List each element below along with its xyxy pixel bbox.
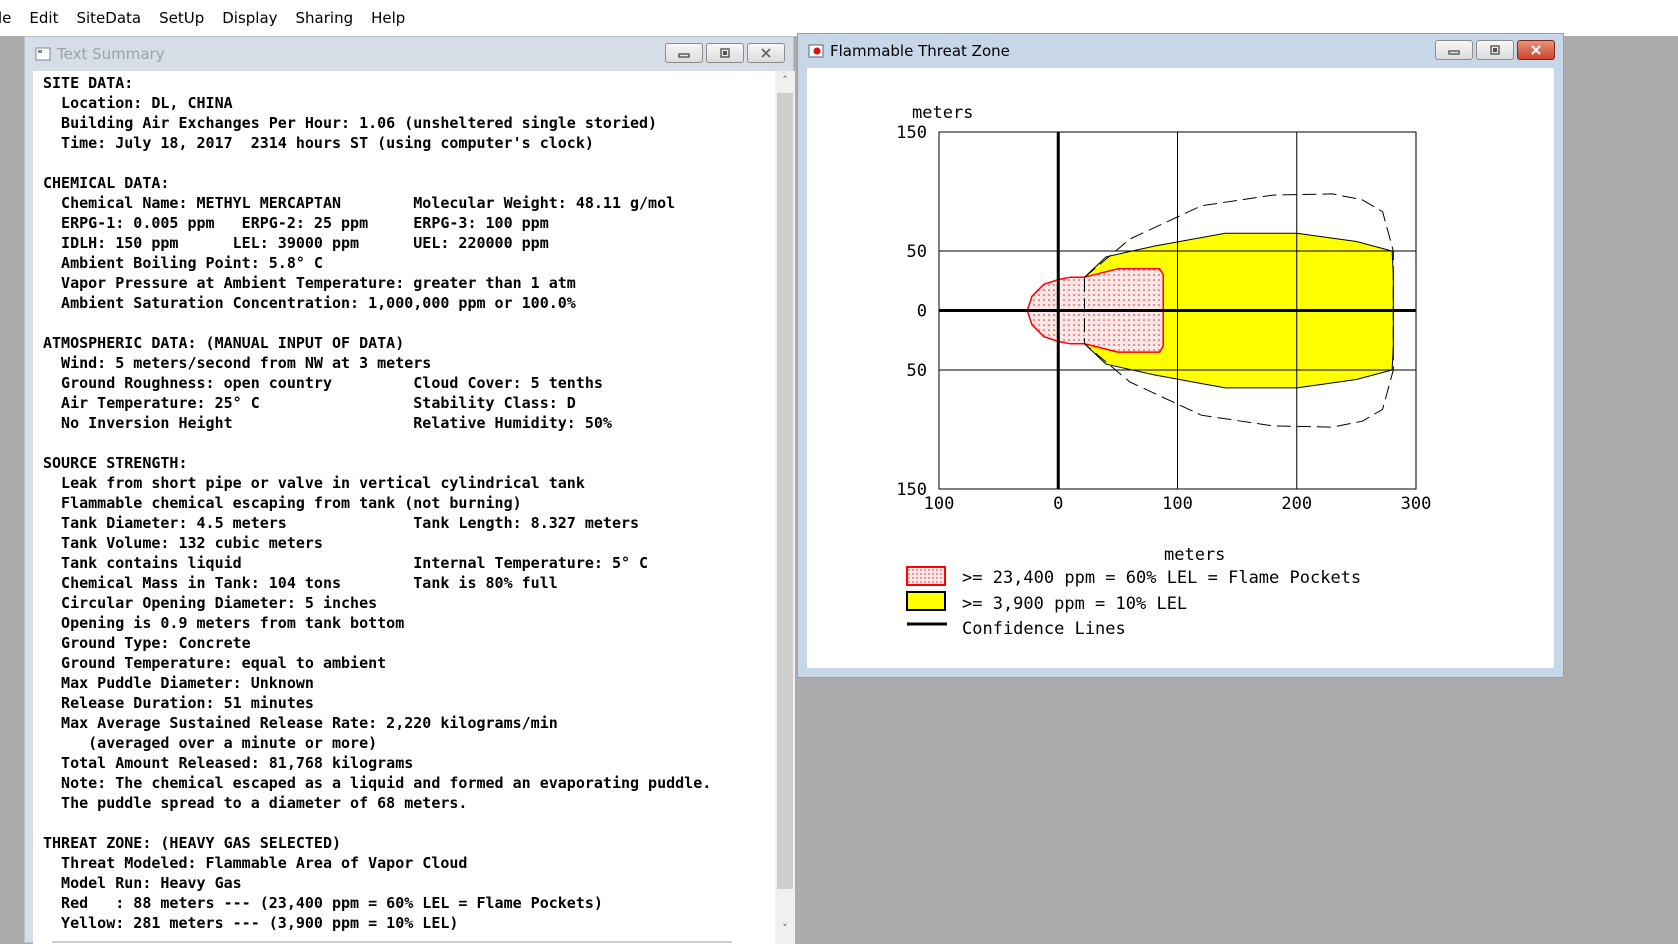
legend-swatch-yellow	[906, 591, 946, 611]
summary-line: Circular Opening Diameter: 5 inches	[43, 594, 378, 612]
threat-zone-title: Flammable Threat Zone	[830, 42, 1010, 60]
scrollbar-thumb[interactable]	[777, 93, 793, 889]
summary-line: Max Puddle Diameter: Unknown	[43, 674, 314, 692]
threat-zone-app-icon	[808, 44, 824, 58]
tz-restore-button[interactable]	[1476, 40, 1514, 60]
y-tick-label: 50	[907, 242, 927, 262]
summary-line: Tank Volume: 132 cubic meters	[43, 534, 323, 552]
menu-setup[interactable]: SetUp	[150, 0, 213, 36]
legend-entry: >= 23,400 ppm = 60% LEL = Flame Pockets	[962, 568, 1361, 588]
threat-zone-chart: meters meters 15050050150100 0 100 200 300>=…	[896, 103, 1432, 639]
summary-line: SOURCE STRENGTH:	[43, 454, 188, 472]
minimize-icon	[678, 53, 690, 58]
restore-icon	[720, 48, 730, 58]
summary-line: Ambient Boiling Point: 5.8° C	[43, 254, 323, 272]
summary-line: Air Temperature: 25° C Stability Class: …	[43, 394, 576, 412]
summary-line: Ground Type: Concrete	[43, 634, 251, 652]
legend-entry: >= 3,900 ppm = 10% LEL	[962, 594, 1187, 614]
summary-line: ATMOSPHERIC DATA: (MANUAL INPUT OF DATA)	[43, 334, 405, 352]
summary-line: ERPG-1: 0.005 ppm ERPG-2: 25 ppm ERPG-3:…	[43, 214, 549, 232]
tz-close-button[interactable]	[1517, 40, 1555, 60]
restore-button[interactable]	[706, 43, 744, 63]
scroll-down-icon[interactable]: ˅	[779, 923, 791, 935]
summary-line: Note: The chemical escaped as a liquid a…	[43, 774, 712, 792]
y-tick-label: 50	[907, 361, 927, 381]
summary-line: Tank Diameter: 4.5 meters Tank Length: 8…	[43, 514, 640, 532]
text-summary-body: SITE DATA: Location: DL, CHINA Building …	[43, 73, 765, 933]
menu-file[interactable]: le	[0, 0, 20, 36]
summary-line: Location: DL, CHINA	[43, 94, 233, 112]
summary-line: Ground Roughness: open country Cloud Cov…	[43, 374, 603, 392]
summary-line: Release Duration: 51 minutes	[43, 694, 314, 712]
y-tick-label: 150	[896, 480, 927, 500]
summary-line: Flammable chemical escaping from tank (n…	[43, 494, 522, 512]
summary-line: Leak from short pipe or valve in vertica…	[43, 474, 585, 492]
x-tick-label: 100	[1162, 494, 1193, 514]
close-button[interactable]	[747, 43, 785, 63]
tz-minimize-button[interactable]	[1435, 40, 1473, 60]
summary-line: Red : 88 meters --- (23,400 ppm = 60% LE…	[43, 894, 603, 912]
threat-zone-titlebar[interactable]: Flammable Threat Zone	[798, 34, 1563, 68]
close-icon	[1531, 45, 1541, 55]
menu-edit[interactable]: Edit	[20, 0, 67, 36]
summary-line: CHEMICAL DATA:	[43, 174, 170, 192]
summary-line: SITE DATA:	[43, 74, 134, 92]
x-tick-label: 200	[1281, 494, 1312, 514]
summary-line: The puddle spread to a diameter of 68 me…	[43, 794, 468, 812]
menu-display[interactable]: Display	[213, 0, 286, 36]
x-axis-label: meters	[1164, 545, 1225, 565]
x-tick-label: 100	[924, 494, 955, 514]
y-tick-label: 0	[917, 302, 927, 322]
summary-line: Chemical Name: METHYL MERCAPTAN Molecula…	[43, 194, 676, 212]
summary-line: Model Run: Heavy Gas	[43, 874, 242, 892]
menu-sitedata[interactable]: SiteData	[67, 0, 150, 36]
menu-sharing[interactable]: Sharing	[287, 0, 363, 36]
y-tick-label: 150	[896, 123, 927, 143]
document-icon	[35, 47, 51, 61]
summary-line: IDLH: 150 ppm LEL: 39000 ppm UEL: 220000…	[43, 234, 549, 252]
scroll-up-icon[interactable]: ˄	[779, 75, 791, 87]
summary-line: Ambient Saturation Concentration: 1,000,…	[43, 294, 576, 312]
minimize-icon	[1448, 50, 1460, 55]
summary-line	[43, 433, 765, 453]
threat-zone-window: Flammable Threat Zone meters meters 150 …	[797, 33, 1564, 678]
legend-entry: Confidence Lines	[962, 619, 1126, 639]
text-summary-title: Text Summary	[57, 45, 165, 63]
close-icon	[761, 48, 771, 58]
summary-line: THREAT ZONE: (HEAVY GAS SELECTED)	[43, 834, 342, 852]
summary-line: Building Air Exchanges Per Hour: 1.06 (u…	[43, 114, 658, 132]
minimize-button[interactable]	[665, 43, 703, 63]
x-tick-label: 300	[1401, 494, 1432, 514]
legend-swatch-red	[906, 566, 946, 586]
summary-line: Wind: 5 meters/second from NW at 3 meter…	[43, 354, 432, 372]
restore-icon	[1490, 45, 1500, 55]
summary-line: Ground Temperature: equal to ambient	[43, 654, 387, 672]
text-summary-titlebar[interactable]: Text Summary	[25, 37, 793, 71]
summary-line	[43, 153, 765, 173]
summary-line	[43, 313, 765, 333]
summary-line: Threat Modeled: Flammable Area of Vapor …	[43, 854, 468, 872]
summary-line: Max Average Sustained Release Rate: 2,22…	[43, 714, 558, 732]
summary-line	[43, 813, 765, 833]
vertical-scrollbar[interactable]: ˄ ˅	[775, 71, 795, 944]
summary-line: Total Amount Released: 81,768 kilograms	[43, 754, 414, 772]
summary-line: Yellow: 281 meters --- (3,900 ppm = 10% …	[43, 914, 459, 932]
y-axis-label: meters	[912, 103, 973, 123]
summary-line: Time: July 18, 2017 2314 hours ST (using…	[43, 134, 594, 152]
text-summary-content[interactable]: SITE DATA: Location: DL, CHINA Building …	[33, 71, 775, 944]
summary-line: Opening is 0.9 meters from tank bottom	[43, 614, 405, 632]
menu-bar: le Edit SiteData SetUp Display Sharing H…	[0, 0, 1678, 36]
summary-line: No Inversion Height Relative Humidity: 5…	[43, 414, 612, 432]
summary-line: Chemical Mass in Tank: 104 tons Tank is …	[43, 574, 558, 592]
menu-help[interactable]: Help	[362, 0, 414, 36]
summary-line: Vapor Pressure at Ambient Temperature: g…	[43, 274, 576, 292]
x-tick-label: 0	[1053, 494, 1063, 514]
summary-line: Tank contains liquid Internal Temperatur…	[43, 554, 649, 572]
summary-line: (averaged over a minute or more)	[43, 734, 378, 752]
threat-zone-plot-area: meters meters 150 50 0 50 150 100 0 100 200 300 >=…	[807, 68, 1554, 668]
text-summary-window: Text Summary SITE DATA: Location: DL, CH…	[24, 36, 795, 944]
